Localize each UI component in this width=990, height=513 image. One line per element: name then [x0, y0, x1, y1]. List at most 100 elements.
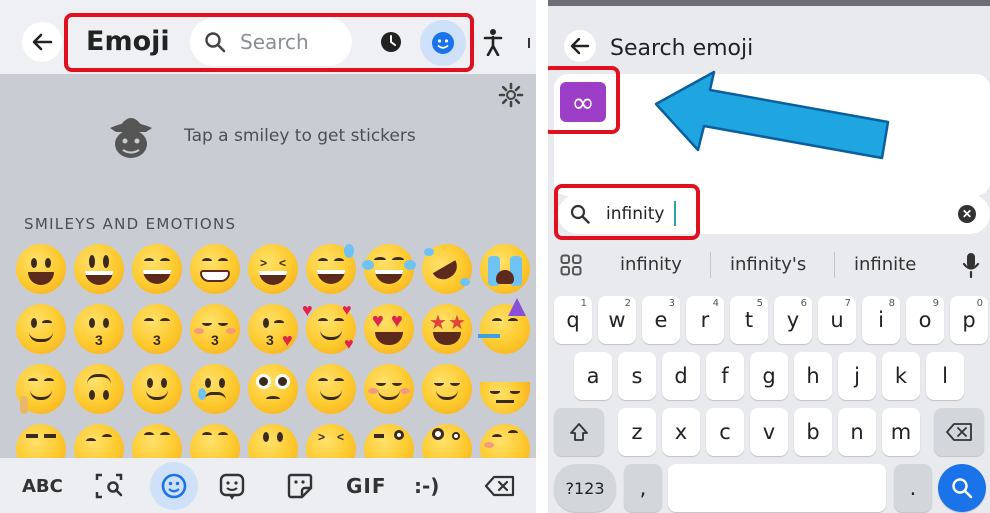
key-e[interactable]: e3: [642, 296, 680, 344]
key-a[interactable]: a: [574, 352, 612, 400]
emoji-row: 3 3 3 3 ♥ ♥ ♥ ♥ ♥ ♥ ★ ★: [12, 298, 534, 364]
key-label: m: [890, 420, 912, 444]
key-j[interactable]: j: [838, 352, 876, 400]
key-label: f: [721, 364, 729, 388]
suggestion-item[interactable]: infinity: [620, 254, 682, 275]
back-button[interactable]: [22, 22, 62, 62]
key-g[interactable]: g: [750, 352, 788, 400]
kissing-face-emoji[interactable]: 3: [70, 300, 128, 358]
beaming-face-emoji[interactable]: [186, 240, 244, 298]
dotted-line-face-emoji[interactable]: [476, 360, 534, 418]
comma-key[interactable]: ,: [624, 464, 662, 512]
grinning-big-eyes-emoji[interactable]: [70, 240, 128, 298]
key-k[interactable]: k: [882, 352, 920, 400]
suggestion-item[interactable]: infinite: [854, 254, 916, 275]
drooling-face-emoji[interactable]: [12, 360, 70, 418]
key-c[interactable]: c: [706, 408, 744, 456]
rolling-laughing-emoji[interactable]: [412, 234, 482, 304]
key-o[interactable]: o9: [906, 296, 944, 344]
key-label: y: [786, 308, 800, 332]
shift-key[interactable]: [554, 408, 604, 456]
apps-grid-icon[interactable]: [560, 254, 582, 276]
key-hint: 7: [844, 298, 851, 309]
key-label: h: [806, 364, 820, 388]
key-label: q: [566, 308, 580, 332]
category-heading: SMILEYS AND EMOTIONS: [24, 215, 237, 233]
symbols-key[interactable]: ?123: [554, 464, 616, 512]
kissing-smiling-eyes-emoji[interactable]: 3: [128, 300, 186, 358]
key-q[interactable]: q1: [554, 296, 592, 344]
grinning-smiling-eyes-emoji[interactable]: [128, 240, 186, 298]
abc-button[interactable]: ABC: [22, 466, 63, 506]
emoticon-button[interactable]: :-): [414, 466, 439, 506]
key-f[interactable]: f: [706, 352, 744, 400]
star-struck-emoji[interactable]: ★ ★: [418, 300, 476, 358]
emoji-category-button[interactable]: [150, 462, 198, 510]
key-p[interactable]: p0: [950, 296, 988, 344]
holding-back-tears-emoji[interactable]: [186, 360, 244, 418]
partying-face-emoji[interactable]: [476, 298, 534, 358]
suggestion-item[interactable]: infinity's: [730, 254, 806, 275]
key-u[interactable]: u7: [818, 296, 856, 344]
emoji-keyboard-panel: Emoji Search Tap a smiley to get sticker…: [0, 0, 536, 513]
search-emoji-title: Search emoji: [610, 36, 754, 61]
gear-icon[interactable]: [498, 82, 524, 108]
gif-button[interactable]: GIF: [346, 466, 387, 506]
space-key[interactable]: [668, 464, 886, 512]
key-b[interactable]: b: [794, 408, 832, 456]
key-label: b: [806, 420, 820, 444]
backspace-icon: [946, 423, 972, 441]
smiling-hearts-emoji[interactable]: ♥ ♥ ♥: [302, 300, 360, 358]
grinning-sweat-emoji[interactable]: [302, 240, 360, 298]
backspace-key[interactable]: [934, 408, 984, 456]
key-z[interactable]: z: [618, 408, 656, 456]
period-key[interactable]: .: [894, 464, 932, 512]
person-activity-icon[interactable]: [483, 28, 503, 56]
relieved-face-emoji[interactable]: [418, 360, 476, 418]
clear-search-button[interactable]: ✕: [958, 205, 976, 223]
upside-down-face-emoji[interactable]: [70, 360, 128, 418]
sticker-button[interactable]: [286, 466, 314, 506]
key-i[interactable]: i8: [862, 296, 900, 344]
sticker-face-icon: [219, 473, 245, 500]
key-y[interactable]: y6: [774, 296, 812, 344]
winking-face-emoji[interactable]: [12, 300, 70, 358]
key-w[interactable]: w2: [598, 296, 636, 344]
crying-loudly-emoji[interactable]: [476, 240, 534, 298]
squinting-face-emoji[interactable]: > <: [244, 240, 302, 298]
microphone-icon[interactable]: [962, 252, 980, 278]
key-label: a: [586, 364, 600, 388]
back-button[interactable]: [564, 30, 596, 62]
pleading-face-emoji[interactable]: [244, 360, 302, 418]
slightly-smiling-emoji[interactable]: [128, 360, 186, 418]
key-n[interactable]: n: [838, 408, 876, 456]
grinning-face-emoji[interactable]: [12, 240, 70, 298]
heart-eyes-emoji[interactable]: ♥ ♥: [360, 300, 418, 358]
key-v[interactable]: v: [750, 408, 788, 456]
backspace-button[interactable]: [484, 466, 516, 506]
key-label: g: [762, 364, 776, 388]
key-label: t: [744, 308, 754, 332]
key-label: x: [674, 420, 688, 444]
key-h[interactable]: h: [794, 352, 832, 400]
kissing-closed-eyes-emoji[interactable]: 3: [186, 300, 244, 358]
highlight-box-search: [554, 184, 700, 240]
sticker-prompt-text: Tap a smiley to get stickers: [184, 126, 416, 146]
image-search-icon: [95, 473, 123, 499]
key-m[interactable]: m: [882, 408, 920, 456]
smiling-face-emoji[interactable]: [360, 360, 418, 418]
key-l[interactable]: l: [926, 352, 964, 400]
key-d[interactable]: d: [662, 352, 700, 400]
smiling-blush-emoji[interactable]: [302, 360, 360, 418]
search-action-key[interactable]: [938, 464, 986, 512]
tears-of-joy-emoji[interactable]: [360, 240, 418, 298]
key-label: n: [850, 420, 864, 444]
sticker-search-button[interactable]: [94, 466, 124, 506]
key-s[interactable]: s: [618, 352, 656, 400]
key-r[interactable]: r4: [686, 296, 724, 344]
key-x[interactable]: x: [662, 408, 700, 456]
blowing-kiss-emoji[interactable]: 3 ♥: [244, 300, 302, 358]
key-label: c: [719, 420, 731, 444]
key-t[interactable]: t5: [730, 296, 768, 344]
emoji-kitchen-button[interactable]: [218, 466, 246, 506]
